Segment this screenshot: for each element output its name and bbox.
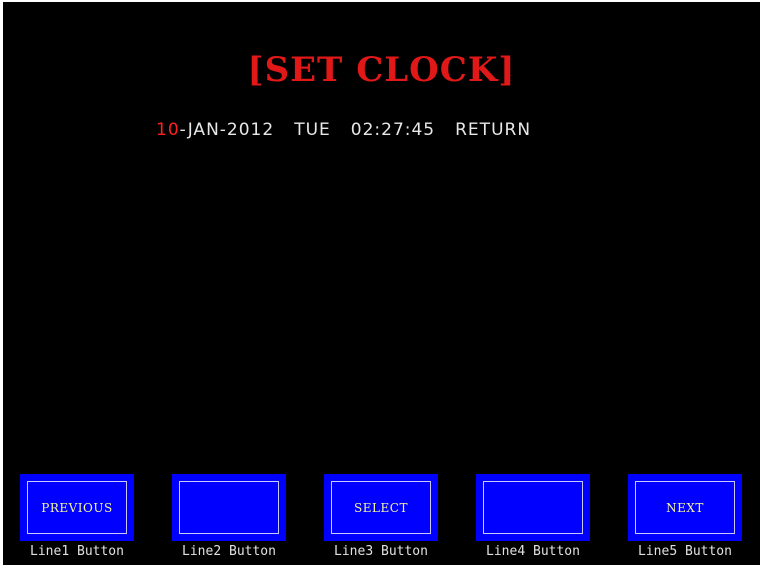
time-field[interactable]: 02:27:45 [351, 120, 435, 140]
softkey-face: PREVIOUS [27, 481, 127, 534]
line2-button[interactable] [172, 474, 286, 541]
return-option[interactable]: RETURN [455, 120, 531, 140]
softkey-caption-line1: Line1 Button [30, 544, 124, 559]
page-title: [SET CLOCK] [247, 50, 516, 90]
next-button[interactable]: NEXT [628, 474, 742, 541]
softkey-face [483, 481, 583, 534]
day-field[interactable]: 10 [156, 120, 180, 140]
select-button[interactable]: SELECT [324, 474, 438, 541]
line4-button[interactable] [476, 474, 590, 541]
softkey-caption-line4: Line4 Button [486, 544, 580, 559]
softkey-label: NEXT [666, 500, 704, 515]
softkey-face: NEXT [635, 481, 735, 534]
softkey-caption-line2: Line2 Button [182, 544, 276, 559]
softkey-label: PREVIOUS [41, 500, 113, 515]
softkey-caption-line5: Line5 Button [638, 544, 732, 559]
clock-setting-row: 10-JAN-2012 TUE 02:27:45 RETURN [156, 120, 531, 140]
softkey-face [179, 481, 279, 534]
softkey-caption-line3: Line3 Button [334, 544, 428, 559]
softkey-face: SELECT [331, 481, 431, 534]
softkey-label: SELECT [354, 500, 408, 515]
previous-button[interactable]: PREVIOUS [20, 474, 134, 541]
month-year-field[interactable]: -JAN-2012 [180, 120, 275, 140]
weekday-field[interactable]: TUE [294, 120, 331, 140]
